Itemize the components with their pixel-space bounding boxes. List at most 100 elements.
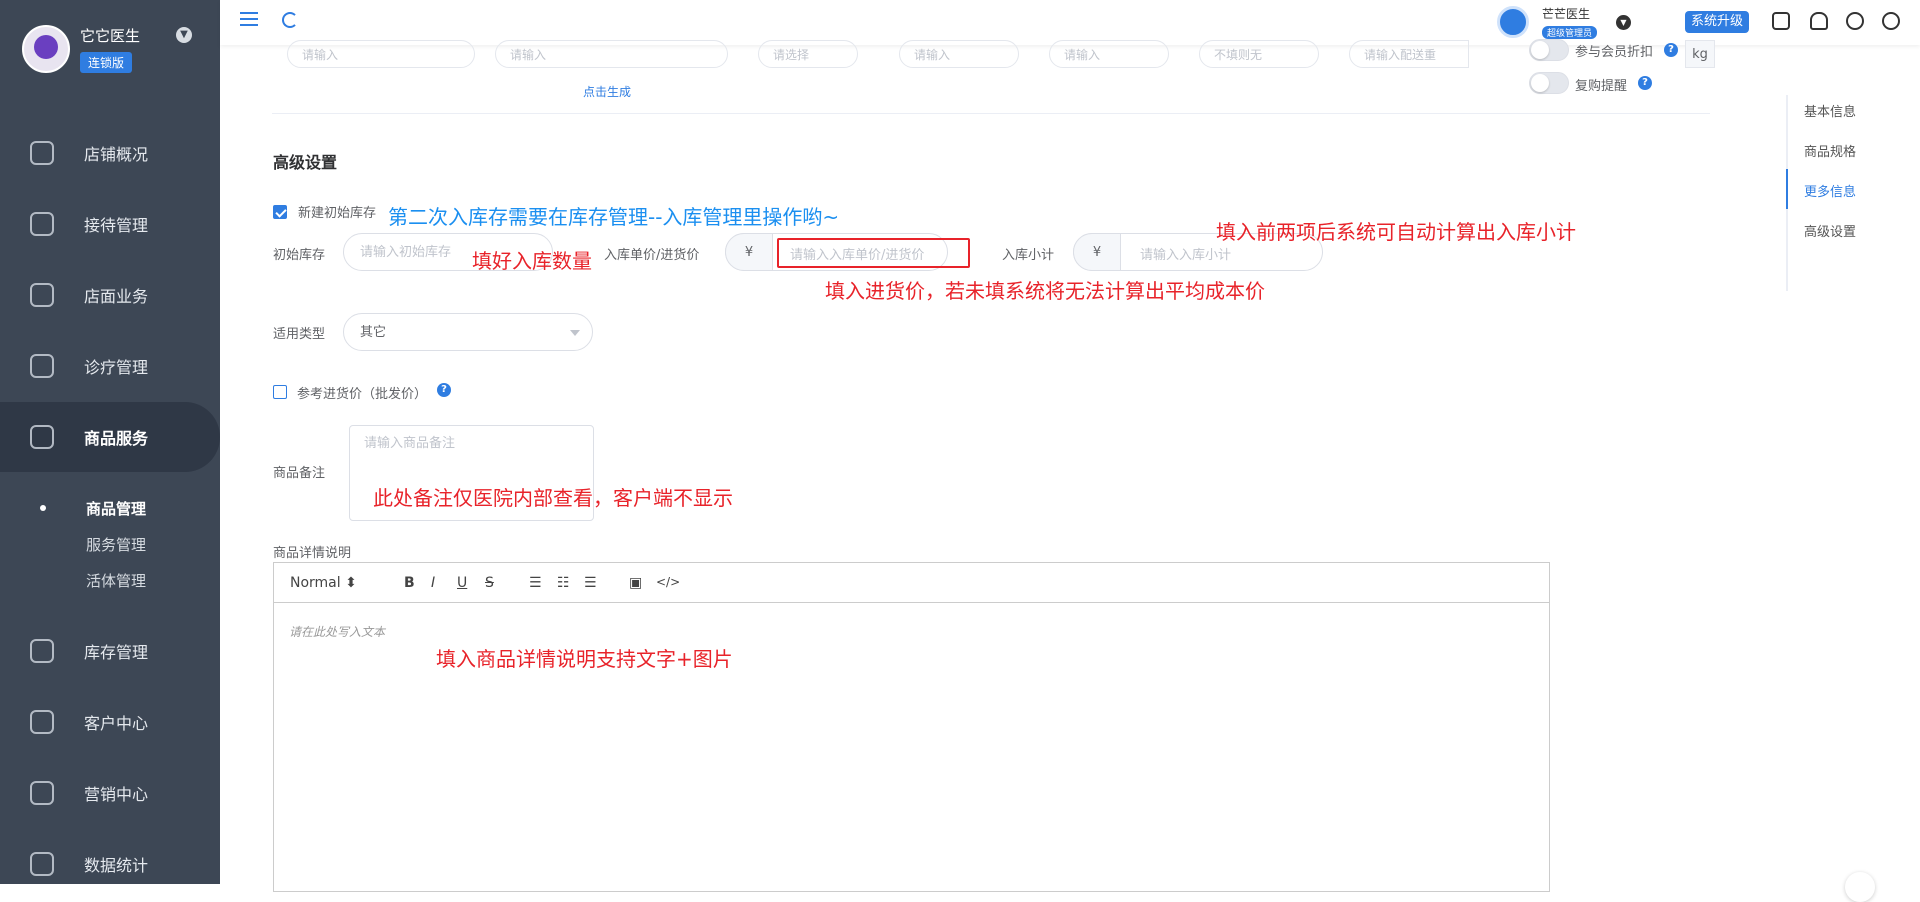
help-icon[interactable]: ? bbox=[1638, 76, 1652, 90]
nav-item-treatment[interactable]: 诊疗管理 bbox=[0, 331, 220, 401]
nav-label: 库存管理 bbox=[84, 643, 149, 662]
detail-label: 商品详情说明 bbox=[273, 546, 352, 561]
nav-label: 商品服务 bbox=[84, 429, 149, 448]
trend-icon bbox=[30, 852, 54, 876]
member-discount-toggle[interactable] bbox=[1529, 39, 1569, 61]
weight-unit: kg bbox=[1685, 40, 1715, 68]
rich-text-editor[interactable]: Normal ⬍ B I U S ☰ ☷ ☰ ▣ </> 请在此处写入文本 填入… bbox=[273, 562, 1550, 892]
chevron-down-icon[interactable]: ▼ bbox=[176, 27, 192, 43]
divider bbox=[272, 113, 1710, 114]
cut-off-input[interactable]: 请输入 bbox=[899, 40, 1019, 68]
store-name: 它它医生 bbox=[80, 27, 141, 45]
ref-price-checkbox[interactable] bbox=[273, 385, 287, 399]
subtotal-label: 入库小计 bbox=[1002, 248, 1055, 263]
ref-price-label: 参考进货价（批发价） bbox=[297, 387, 428, 402]
cut-off-input[interactable]: 请输入 bbox=[1049, 40, 1169, 68]
bullet-list-icon[interactable]: ☰ bbox=[584, 575, 597, 591]
cut-off-input[interactable]: 不填则无 bbox=[1199, 40, 1319, 68]
bag-icon bbox=[30, 425, 54, 449]
italic-icon[interactable]: I bbox=[431, 575, 435, 591]
cut-off-input[interactable]: 请输入 bbox=[495, 40, 728, 68]
type-select-value: 其它 bbox=[360, 325, 387, 340]
ordered-list-icon[interactable]: ☷ bbox=[557, 575, 570, 591]
anchor-nav: 基本信息 商品规格 更多信息 高级设置 bbox=[1786, 95, 1906, 291]
nav-item-store-business[interactable]: 店面业务 bbox=[0, 260, 220, 330]
caret-down-icon bbox=[570, 330, 580, 336]
initial-stock-label: 初始库存 bbox=[273, 248, 326, 263]
sub-item-live-animals[interactable]: 活体管理 bbox=[86, 570, 146, 591]
sub-item-services[interactable]: 服务管理 bbox=[86, 534, 146, 555]
nav-item-statistics[interactable]: 数据统计 bbox=[0, 829, 220, 899]
annotation-fill-qty: 填好入库数量 bbox=[472, 249, 592, 273]
annotation-detail-note: 填入商品详情说明支持文字+图片 bbox=[436, 647, 733, 671]
unit-price-label: 入库单价/进货价 bbox=[604, 248, 700, 263]
align-icon[interactable]: ☰ bbox=[529, 575, 542, 591]
annotation-purchase-price: 填入进货价，若未填系统将无法计算出平均成本价 bbox=[825, 279, 1265, 303]
hamburger-menu-icon[interactable] bbox=[240, 12, 258, 26]
calendar-icon[interactable] bbox=[1772, 12, 1790, 30]
nav-item-reception[interactable]: 接待管理 bbox=[0, 189, 220, 259]
chart-bars-icon bbox=[30, 781, 54, 805]
store-badge: 连锁版 bbox=[80, 52, 133, 73]
refresh-icon[interactable] bbox=[282, 12, 298, 28]
clipboard-icon bbox=[30, 212, 54, 236]
nav-label: 营销中心 bbox=[84, 785, 149, 804]
medkit-icon bbox=[30, 354, 54, 378]
system-upgrade-button[interactable]: 系统升级 bbox=[1685, 11, 1750, 33]
anchor-basic-info[interactable]: 基本信息 bbox=[1804, 101, 1856, 120]
new-initial-stock-label: 新建初始库存 bbox=[298, 206, 377, 221]
editor-placeholder: 请在此处写入文本 bbox=[289, 625, 386, 639]
currency-prefix: ¥ bbox=[1073, 233, 1121, 271]
nav-item-inventory[interactable]: 库存管理 bbox=[0, 616, 220, 686]
generate-link[interactable]: 点击生成 bbox=[583, 83, 631, 100]
nav-item-goods-services[interactable]: 商品服务 bbox=[0, 402, 220, 472]
help-icon[interactable]: ? bbox=[437, 383, 451, 397]
repurchase-reminder-toggle[interactable] bbox=[1529, 72, 1569, 94]
sidebar: 它它医生 连锁版 ▼ 店铺概况 接待管理 店面业务 诊疗管理 商品服务 商品管理… bbox=[0, 0, 220, 884]
anchor-more-info[interactable]: 更多信息 bbox=[1804, 181, 1856, 200]
active-dot bbox=[40, 505, 46, 511]
cut-off-input[interactable]: 请输入 bbox=[287, 40, 475, 68]
subtotal-input[interactable]: 请输入入库小计 bbox=[1140, 244, 1231, 263]
format-select-value: Normal bbox=[290, 575, 341, 591]
type-select[interactable]: 其它 bbox=[343, 313, 593, 351]
nav-item-store-overview[interactable]: 店铺概况 bbox=[0, 118, 220, 188]
nav-label: 接待管理 bbox=[84, 216, 149, 235]
avatar[interactable] bbox=[1497, 6, 1529, 38]
nav-label: 店面业务 bbox=[84, 287, 149, 306]
nav-label: 诊疗管理 bbox=[84, 358, 149, 377]
headset-icon[interactable] bbox=[1846, 12, 1864, 30]
bell-icon[interactable] bbox=[1810, 12, 1828, 30]
back-to-top-button[interactable] bbox=[1845, 872, 1875, 902]
underline-icon[interactable]: U bbox=[457, 575, 467, 591]
anchor-advanced[interactable]: 高级设置 bbox=[1804, 221, 1856, 240]
user-head-icon bbox=[30, 710, 54, 734]
user-role-badge: 超级管理员 bbox=[1542, 26, 1598, 39]
nav-label: 客户中心 bbox=[84, 714, 149, 733]
nav-item-marketing[interactable]: 营销中心 bbox=[0, 758, 220, 828]
new-initial-stock-checkbox[interactable] bbox=[273, 205, 287, 219]
store-logo[interactable] bbox=[22, 25, 70, 73]
member-discount-label: 参与会员折扣 bbox=[1575, 45, 1654, 60]
bold-icon[interactable]: B bbox=[404, 575, 415, 591]
nav-item-customers[interactable]: 客户中心 bbox=[0, 687, 220, 757]
sub-item-goods[interactable]: 商品管理 bbox=[86, 498, 146, 519]
format-select[interactable]: Normal ⬍ bbox=[290, 575, 357, 591]
clock-icon[interactable] bbox=[1882, 12, 1900, 30]
code-icon[interactable]: </> bbox=[656, 575, 680, 589]
anchor-spec[interactable]: 商品规格 bbox=[1804, 141, 1856, 160]
main-content: 请输入 请输入 点击生成 请选择 请输入 请输入 不填则无 请输入配送重 kg … bbox=[220, 39, 1920, 892]
annotation-remark-note: 此处备注仅医院内部查看，客户端不显示 bbox=[373, 486, 733, 510]
chevron-down-icon[interactable]: ▼ bbox=[1616, 15, 1631, 30]
user-name: 芒芒医生 bbox=[1542, 7, 1591, 21]
weight-input[interactable]: 请输入配送重 bbox=[1349, 40, 1469, 68]
image-icon[interactable]: ▣ bbox=[629, 575, 642, 591]
topbar bbox=[220, 0, 1920, 45]
highlight-box bbox=[777, 238, 970, 268]
active-indicator bbox=[1786, 169, 1788, 209]
help-icon[interactable]: ? bbox=[1664, 43, 1678, 57]
cut-off-select[interactable]: 请选择 bbox=[758, 40, 858, 68]
section-title: 高级设置 bbox=[273, 153, 338, 172]
currency-prefix: ¥ bbox=[725, 233, 773, 271]
strike-icon[interactable]: S bbox=[485, 575, 494, 591]
